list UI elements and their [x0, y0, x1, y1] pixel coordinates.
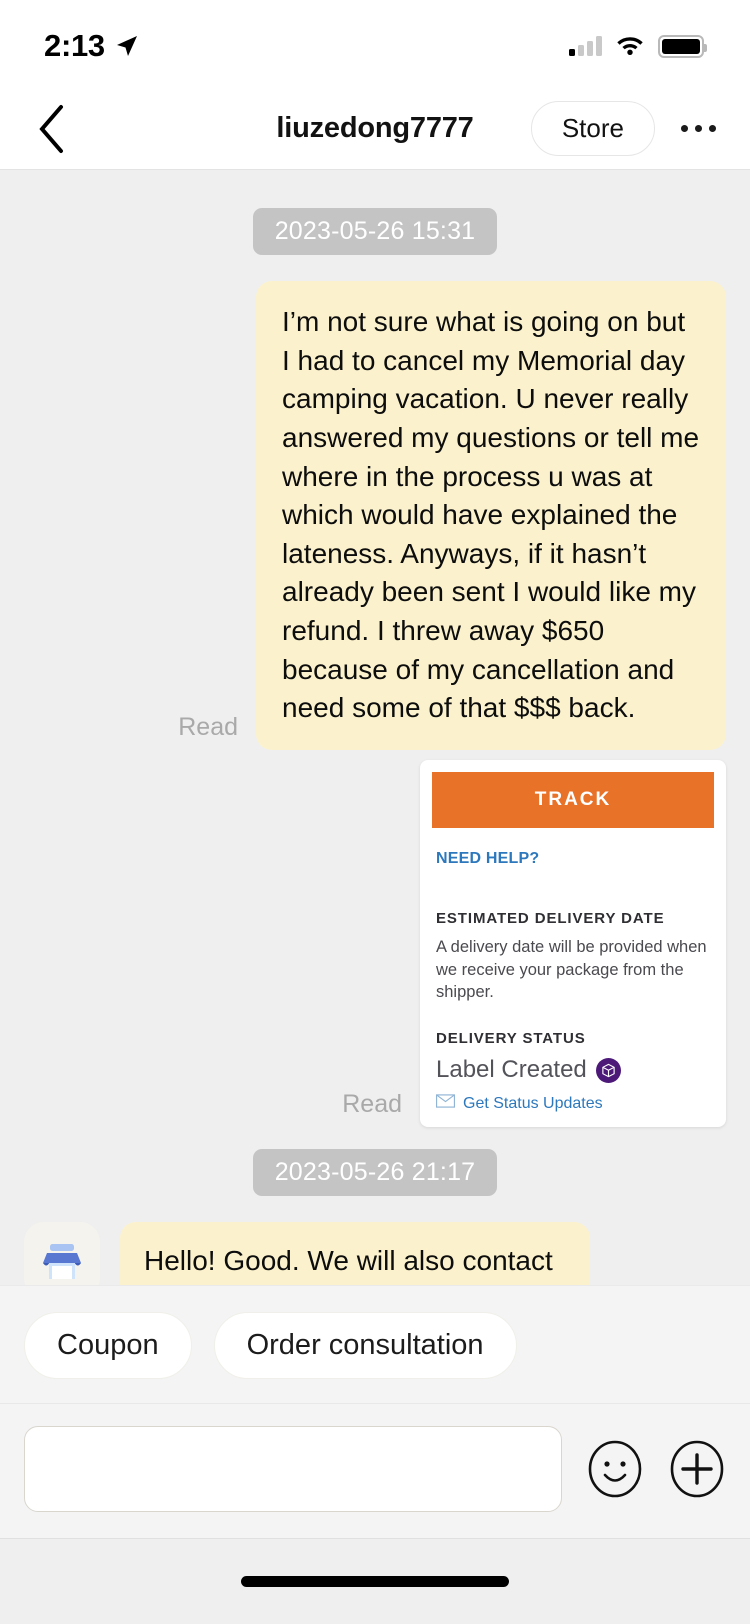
tracking-card-body: ESTIMATED DELIVERY DATE A delivery date …: [420, 868, 726, 1084]
read-receipt: Read: [178, 712, 238, 741]
delivery-status-label: DELIVERY STATUS: [436, 1030, 586, 1048]
plus-circle-icon[interactable]: [668, 1440, 726, 1498]
message-composer: [0, 1403, 750, 1538]
nav-actions: Store: [530, 101, 720, 156]
message-row-incoming: Hello! Good. We will also contact the fe…: [0, 1222, 750, 1285]
message-bubble[interactable]: I’m not sure what is going on but I had …: [256, 281, 726, 750]
delivery-status-value: Label Created: [436, 1056, 587, 1084]
tracking-card-row: Read TRACK NEED HELP? ESTIMATED DELIVERY…: [0, 759, 750, 1128]
message-input[interactable]: [24, 1426, 562, 1512]
status-bar: 2:13: [0, 0, 750, 88]
get-status-updates-link[interactable]: Get Status Updates: [420, 1084, 726, 1127]
status-time: 2:13: [44, 28, 105, 63]
cellular-signal-icon: [569, 36, 602, 56]
location-arrow-icon: [115, 34, 139, 58]
package-box-icon: [595, 1057, 621, 1083]
status-bar-right: [569, 33, 707, 60]
timestamp-divider: 2023-05-26 15:31: [252, 208, 498, 255]
smiley-face-icon[interactable]: [586, 1440, 644, 1498]
avatar[interactable]: [24, 1222, 100, 1285]
quick-reply-bar: Coupon Order consultation: [0, 1285, 750, 1403]
timestamp-divider: 2023-05-26 21:17: [252, 1149, 498, 1197]
get-status-updates-label: Get Status Updates: [463, 1094, 603, 1112]
tracking-card[interactable]: TRACK NEED HELP? ESTIMATED DELIVERY DATE…: [420, 759, 726, 1128]
timestamp-row: 2023-05-26 21:17: [0, 1149, 750, 1197]
quick-reply-coupon[interactable]: Coupon: [24, 1312, 192, 1379]
message-bubble[interactable]: Hello! Good. We will also contact the fe…: [120, 1222, 590, 1285]
status-bar-left: 2:13: [44, 24, 139, 64]
back-button[interactable]: [26, 103, 78, 155]
envelope-icon: [436, 1094, 455, 1113]
navigation-bar: liuzedong7777 Store: [0, 88, 750, 170]
home-indicator[interactable]: [241, 1576, 509, 1587]
timestamp-row: 2023-05-26 15:31: [0, 208, 750, 255]
quick-reply-order-consultation[interactable]: Order consultation: [213, 1312, 517, 1379]
track-button[interactable]: TRACK: [432, 771, 714, 828]
read-receipt: Read: [342, 1090, 402, 1119]
storefront-icon: [43, 1244, 81, 1280]
delivery-status-row: Label Created: [436, 1056, 710, 1084]
message-row-outgoing: Read I’m not sure what is going on but I…: [0, 281, 750, 750]
battery-full-icon: [658, 34, 707, 58]
message-list[interactable]: 2023-05-26 15:31 Read I’m not sure what …: [0, 170, 750, 1285]
chat-screen: 2:13 liuzedong7777 Store 2023-05-26 15:3…: [0, 0, 750, 1624]
need-help-link[interactable]: NEED HELP?: [420, 828, 726, 868]
estimated-delivery-text: A delivery date will be provided when we…: [436, 937, 707, 1002]
estimated-delivery-label: ESTIMATED DELIVERY DATE: [436, 909, 665, 927]
more-options-icon[interactable]: [677, 115, 720, 142]
store-button[interactable]: Store: [530, 101, 655, 156]
wifi-icon: [615, 33, 645, 60]
home-indicator-area: [0, 1538, 750, 1624]
chevron-left-icon: [39, 104, 63, 153]
